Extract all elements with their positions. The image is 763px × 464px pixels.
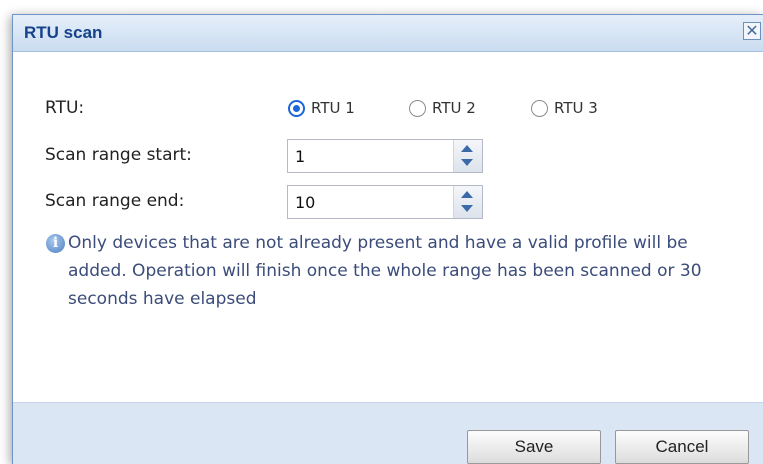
spin-up-icon[interactable] (461, 191, 473, 198)
save-button[interactable]: Save (467, 430, 601, 464)
scan-end-spinner[interactable]: 10 (287, 185, 483, 219)
spin-down-icon[interactable] (461, 159, 473, 166)
scan-end-label: Scan range end: (45, 191, 185, 211)
radio-unchecked-icon[interactable] (409, 99, 426, 117)
radio-rtu-2[interactable]: RTU 2 (409, 96, 476, 120)
radio-unchecked-icon[interactable] (531, 99, 548, 117)
scan-start-label: Scan range start: (45, 145, 192, 165)
scan-start-spinner[interactable]: 1 (287, 139, 483, 173)
radio-rtu-2-label: RTU 2 (432, 99, 476, 117)
spin-up-icon[interactable] (461, 145, 473, 152)
spin-down-icon[interactable] (461, 205, 473, 212)
dialog-body: RTU: RTU 1 RTU 2 RTU 3 Scan range start:… (13, 52, 763, 402)
scan-end-value[interactable]: 10 (295, 193, 315, 212)
info-text: Only devices that are not already presen… (68, 233, 702, 309)
radio-rtu-1[interactable]: RTU 1 (288, 96, 355, 120)
radio-rtu-3-label: RTU 3 (554, 99, 598, 117)
dialog-title: RTU scan (24, 23, 103, 42)
dialog-titlebar[interactable]: RTU scan ✕ (13, 15, 763, 52)
info-icon: i (46, 234, 65, 253)
close-button[interactable]: ✕ (743, 21, 761, 40)
radio-rtu-3[interactable]: RTU 3 (531, 96, 598, 120)
close-icon: ✕ (745, 21, 759, 40)
radio-rtu-1-label: RTU 1 (311, 99, 355, 117)
rtu-label: RTU: (45, 98, 85, 118)
cancel-button[interactable]: Cancel (615, 430, 749, 464)
spinner-arrows[interactable] (453, 186, 482, 218)
spinner-arrows[interactable] (453, 140, 482, 172)
rtu-scan-dialog: RTU scan ✕ RTU: RTU 1 RTU 2 RTU 3 Scan r… (12, 14, 763, 464)
radio-checked-icon[interactable] (288, 99, 305, 117)
dialog-footer: Save Cancel (13, 402, 763, 464)
scan-start-value[interactable]: 1 (295, 147, 305, 166)
